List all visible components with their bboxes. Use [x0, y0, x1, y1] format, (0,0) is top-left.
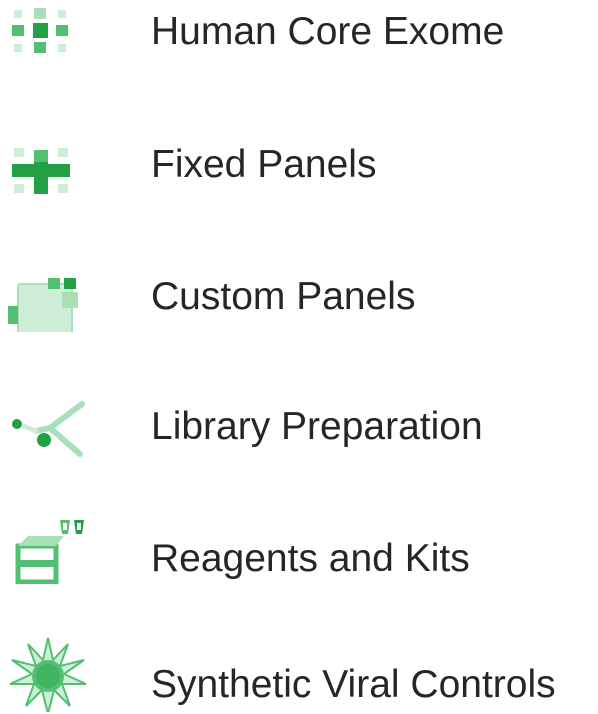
library-prep-fork-icon [4, 386, 90, 462]
menu-item-fixed-panels[interactable]: Fixed Panels [0, 124, 598, 204]
menu-item-custom-panels[interactable]: Custom Panels [0, 254, 598, 334]
product-menu: Human Core Exome Fixed Panels Custom Pan… [0, 0, 598, 714]
menu-item-label: Custom Panels [151, 275, 416, 318]
menu-item-human-core-exome[interactable]: Human Core Exome [0, 0, 598, 80]
menu-item-reagents-and-kits[interactable]: Reagents and Kits [0, 506, 598, 586]
custom-panels-blocks-icon [4, 256, 90, 332]
menu-item-label: Library Preparation [151, 405, 483, 448]
menu-item-label: Human Core Exome [151, 10, 505, 53]
fixed-panels-cross-icon [4, 126, 90, 202]
menu-item-label: Reagents and Kits [151, 537, 470, 580]
exome-grid-icon [4, 2, 90, 78]
reagents-kit-box-icon [4, 508, 90, 584]
menu-item-label: Fixed Panels [151, 143, 377, 186]
viral-controls-burst-icon [4, 636, 90, 712]
menu-item-library-preparation[interactable]: Library Preparation [0, 384, 598, 464]
menu-item-synthetic-viral-controls[interactable]: Synthetic Viral Controls [0, 634, 598, 714]
menu-item-label: Synthetic Viral Controls [151, 663, 556, 706]
